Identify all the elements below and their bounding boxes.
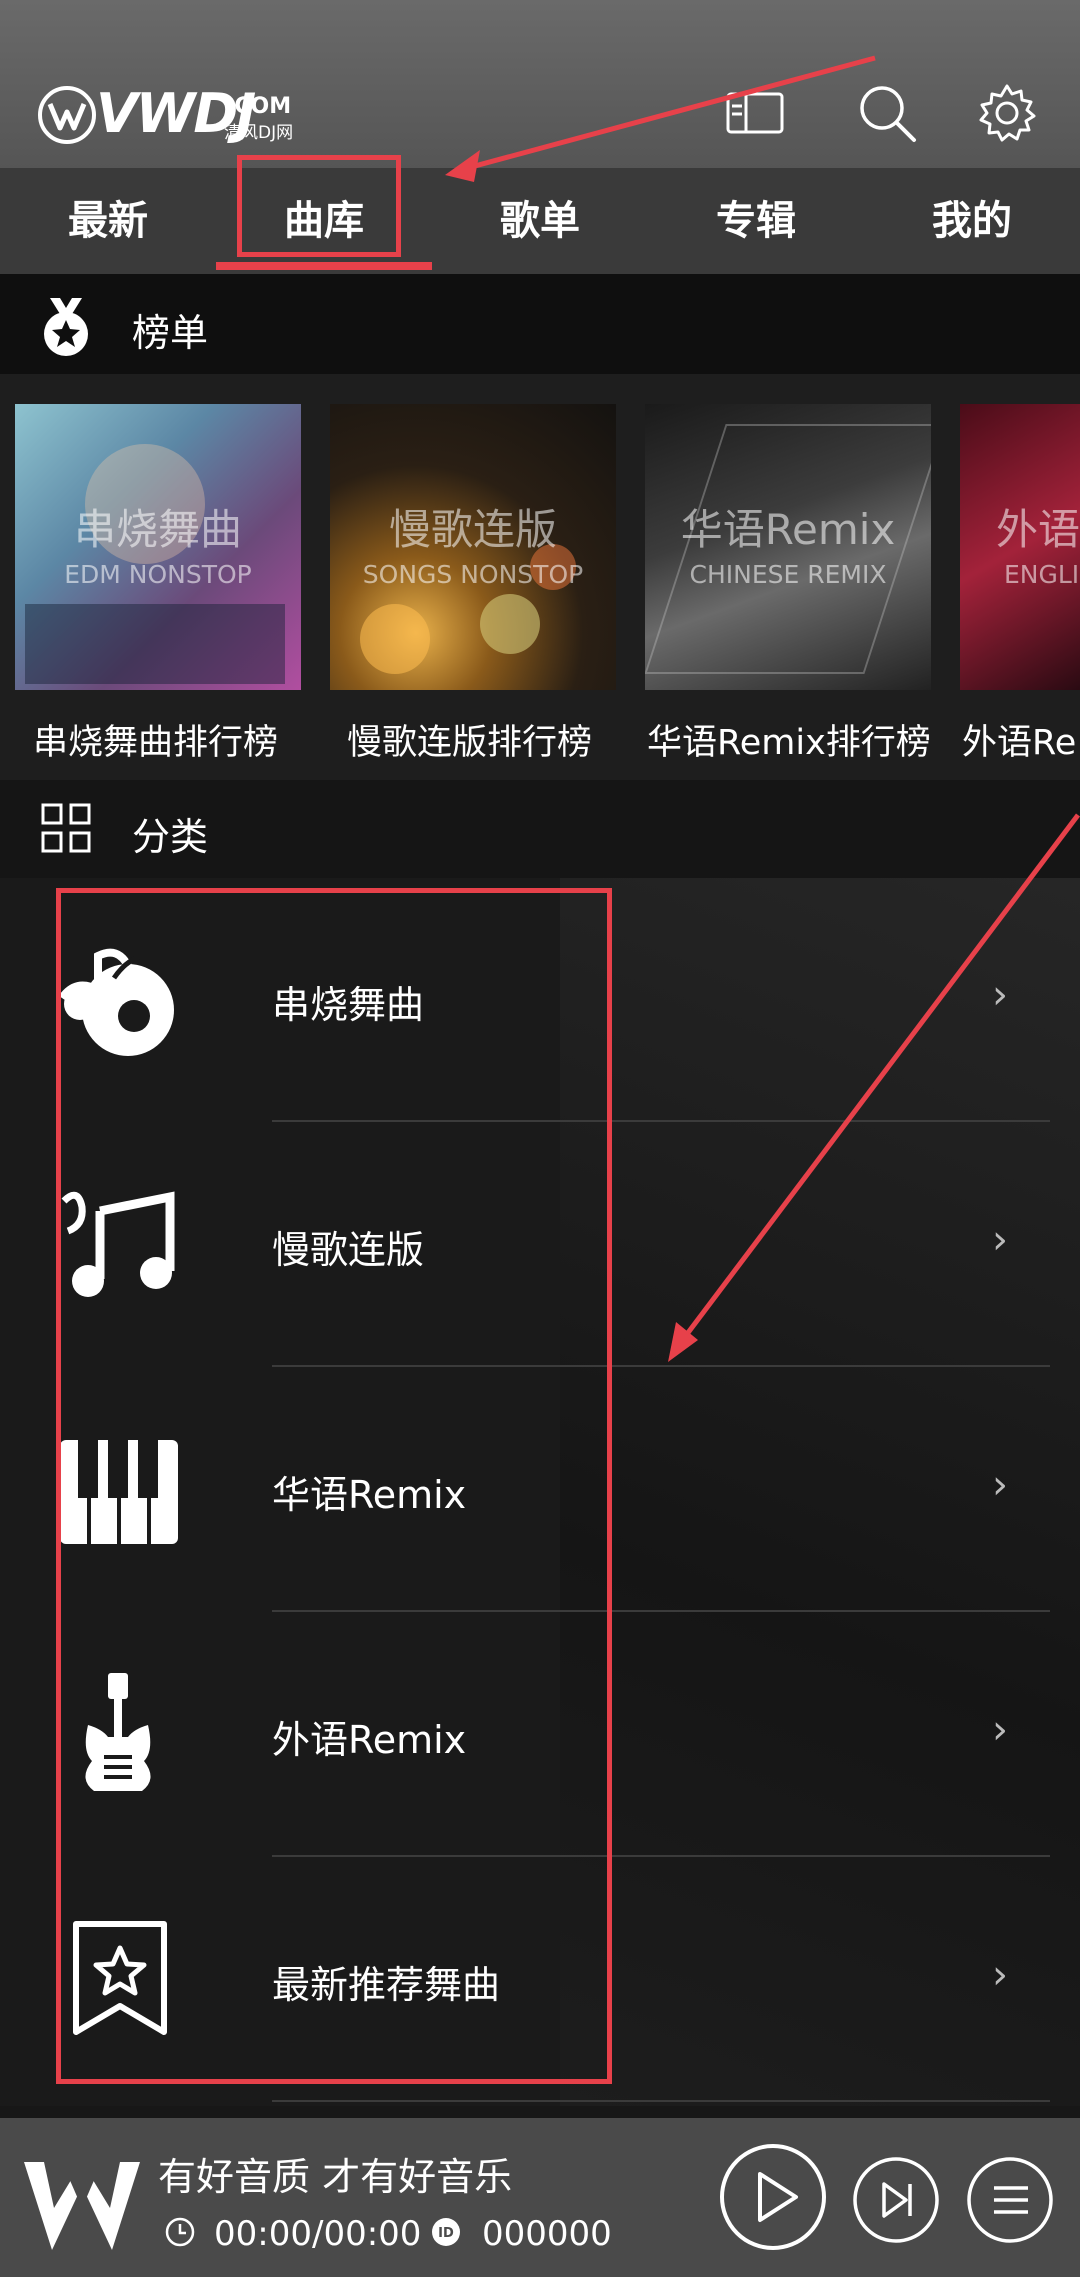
brand-logo-icon [24,2162,140,2250]
player-slogan: 有好音质 才有好音乐 [158,2155,513,2199]
player-time: 00:00/00:00 [214,2214,422,2254]
playlist-icon[interactable] [966,2156,1054,2244]
svg-text:ID: ID [438,2226,454,2241]
play-icon[interactable] [718,2142,828,2252]
annotation-arrows [445,55,1080,1362]
clock-icon [165,2217,195,2247]
id-icon: ID [432,2218,460,2246]
arrow-head-icon [445,150,480,182]
next-icon[interactable] [852,2156,940,2244]
mini-player[interactable]: 有好音质 才有好音乐 00:00/00:00 ID 000000 [0,2118,1080,2277]
track-id: 000000 [482,2214,612,2254]
